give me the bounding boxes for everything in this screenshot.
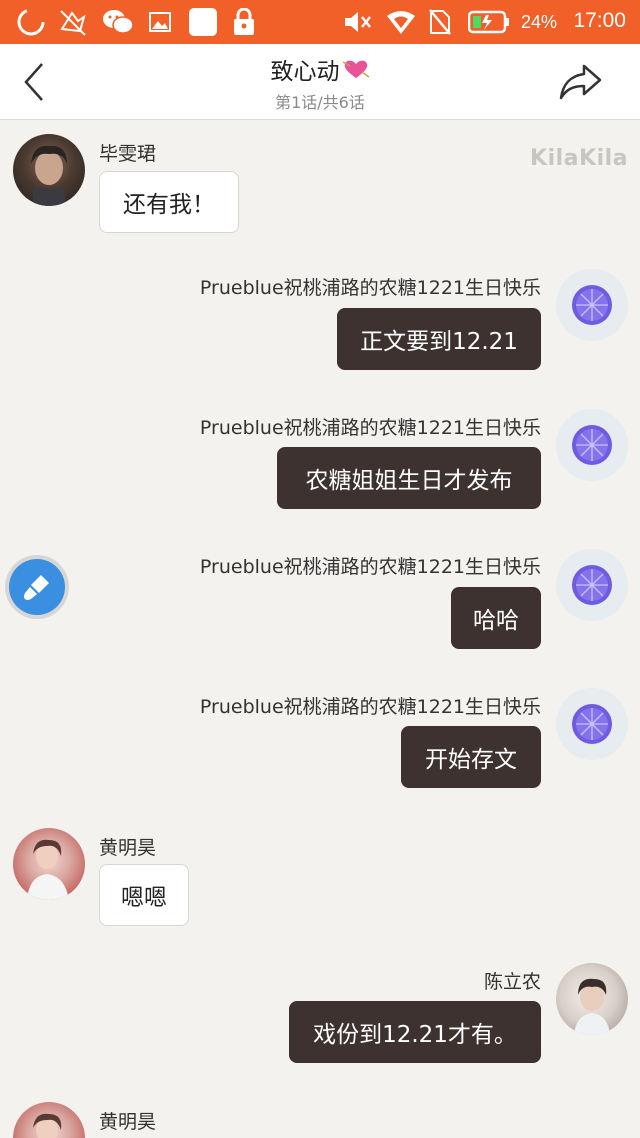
- blank-square-icon: [188, 8, 218, 36]
- no-sim-icon: [428, 8, 452, 36]
- avatar[interactable]: [13, 828, 85, 900]
- image-icon: [148, 8, 172, 36]
- message-bubble[interactable]: 嗯嗯: [99, 864, 189, 926]
- battery-icon: [468, 8, 510, 36]
- wifi-icon: [385, 8, 417, 36]
- sender-name: Prueblue祝桃浦路的农糖1221生日快乐: [199, 556, 541, 578]
- chapter-indicator: 第1话/共6话: [275, 93, 365, 112]
- wechat-icon: [102, 8, 134, 36]
- message-bubble[interactable]: 正文要到12.21: [337, 308, 541, 370]
- orange-slice-icon: [572, 704, 612, 744]
- chapter-header: 致心动 第1话/共6话: [0, 44, 640, 120]
- avatar[interactable]: [13, 1102, 85, 1138]
- mute-icon: [342, 8, 372, 36]
- muted-bird-icon: [58, 8, 88, 36]
- avatar[interactable]: [556, 269, 628, 341]
- message-bubble[interactable]: 开始存文: [401, 726, 541, 788]
- clock: 17:00: [573, 9, 626, 32]
- avatar[interactable]: [13, 134, 85, 206]
- battery-percent: 24%: [521, 12, 558, 32]
- message-bubble[interactable]: 农糖姐姐生日才发布: [277, 447, 541, 509]
- loading-circle-icon: [16, 8, 46, 36]
- share-arrow-icon: [559, 64, 602, 100]
- message-bubble[interactable]: 戏份到12.21才有。: [289, 1001, 541, 1063]
- status-bar: 24% 17:00: [0, 0, 640, 44]
- title-text: 致心动: [270, 59, 340, 85]
- sender-name: Prueblue祝桃浦路的农糖1221生日快乐: [199, 696, 541, 718]
- floating-edit-button[interactable]: [5, 555, 69, 619]
- sender-name: 黄明昊: [99, 1111, 157, 1133]
- share-button[interactable]: [558, 62, 604, 102]
- avatar[interactable]: [556, 963, 628, 1035]
- orange-slice-icon: [572, 425, 612, 465]
- sender-name: 陈立农: [483, 971, 541, 993]
- person-photo-icon: [31, 145, 67, 206]
- sender-name: 毕雯珺: [99, 143, 157, 165]
- message-bubble[interactable]: 哈哈: [451, 587, 541, 649]
- title-block: 致心动 第1话/共6话: [0, 52, 640, 113]
- avatar[interactable]: [556, 688, 628, 760]
- brush-icon: [24, 575, 49, 600]
- sender-name: 黄明昊: [99, 837, 157, 859]
- avatar[interactable]: [556, 549, 628, 621]
- orange-slice-icon: [572, 285, 612, 325]
- lock-icon: [232, 8, 256, 36]
- sender-name: Prueblue祝桃浦路的农糖1221生日快乐: [199, 417, 541, 439]
- person-photo-icon: [27, 839, 69, 900]
- person-photo-icon: [574, 978, 610, 1035]
- person-photo-icon: [33, 1113, 62, 1138]
- avatar[interactable]: [556, 409, 628, 481]
- orange-slice-icon: [572, 565, 612, 605]
- heart-icon: [342, 60, 369, 78]
- message-bubble[interactable]: 还有我！: [99, 171, 239, 233]
- watermark: KilaKila: [530, 146, 628, 171]
- sender-name: Prueblue祝桃浦路的农糖1221生日快乐: [199, 277, 541, 299]
- page-title: 致心动: [271, 52, 370, 86]
